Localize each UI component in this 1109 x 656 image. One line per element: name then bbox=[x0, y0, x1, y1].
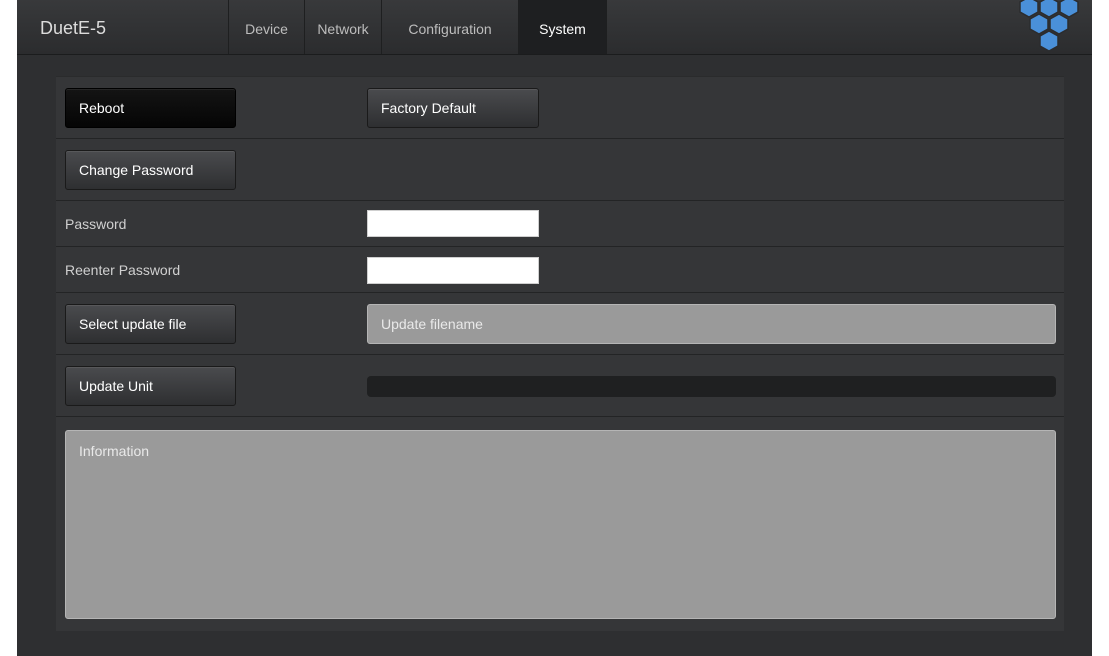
change-password-button[interactable]: Change Password bbox=[65, 150, 236, 190]
hexagon-cluster-icon bbox=[1019, 0, 1079, 52]
password-field[interactable] bbox=[367, 210, 539, 237]
update-unit-row: Update Unit bbox=[56, 354, 1064, 416]
password-row: Password bbox=[56, 200, 1064, 246]
reenter-password-label: Reenter Password bbox=[65, 262, 181, 278]
reenter-password-field[interactable] bbox=[367, 257, 539, 284]
update-unit-button[interactable]: Update Unit bbox=[65, 366, 236, 406]
update-progress-bar bbox=[367, 376, 1056, 397]
system-panel: Reboot Factory Default Change Password P… bbox=[56, 76, 1064, 631]
update-filename-field[interactable]: Update filename bbox=[367, 304, 1056, 344]
information-box: Information bbox=[65, 430, 1056, 619]
system-page: DuetE-5 Device Network Configuration Sys… bbox=[17, 0, 1092, 656]
top-navbar: DuetE-5 Device Network Configuration Sys… bbox=[17, 0, 1092, 55]
reboot-row: Reboot Factory Default bbox=[56, 76, 1064, 138]
tab-configuration[interactable]: Configuration bbox=[381, 0, 518, 54]
nav-divider bbox=[606, 0, 607, 54]
factory-default-button[interactable]: Factory Default bbox=[367, 88, 539, 128]
tab-device[interactable]: Device bbox=[228, 0, 304, 54]
change-password-row: Change Password bbox=[56, 138, 1064, 200]
tab-system[interactable]: System bbox=[518, 0, 606, 54]
tab-network[interactable]: Network bbox=[304, 0, 381, 54]
reboot-button[interactable]: Reboot bbox=[65, 88, 236, 128]
select-update-file-button[interactable]: Select update file bbox=[65, 304, 236, 344]
brand-title: DuetE-5 bbox=[40, 18, 107, 38]
password-label: Password bbox=[65, 216, 127, 232]
information-row: Information bbox=[56, 416, 1064, 631]
reenter-password-row: Reenter Password bbox=[56, 246, 1064, 292]
update-file-row: Select update file Update filename bbox=[56, 292, 1064, 354]
